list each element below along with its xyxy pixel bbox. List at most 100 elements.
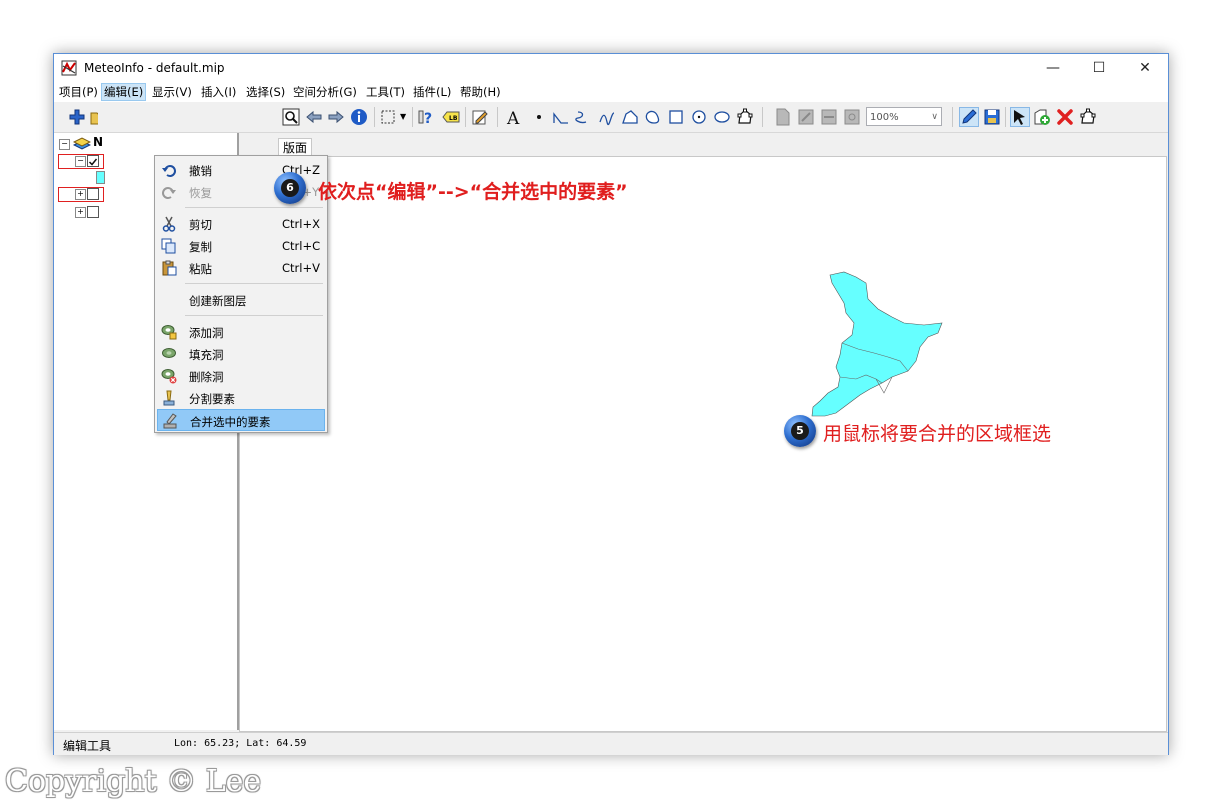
menu-edit[interactable]: 编辑(E) [101, 83, 147, 101]
menu-item-create-layer[interactable]: 创建新图层 [157, 289, 325, 311]
layer-visibility-checkbox[interactable] [87, 155, 99, 167]
menu-item-label: 复制 [189, 240, 212, 254]
tree-expand-toggle[interactable]: + [75, 207, 86, 218]
menu-item-paste[interactable]: 粘贴 Ctrl+V [157, 257, 325, 279]
svg-text:?: ? [424, 111, 432, 126]
back-icon[interactable] [305, 108, 323, 126]
menu-item-label: 恢复 [189, 186, 212, 200]
menu-item-cut[interactable]: 剪切 Ctrl+X [157, 213, 325, 235]
freehand-icon[interactable] [598, 108, 616, 126]
menu-select[interactable]: 选择(S) [244, 84, 287, 100]
copyright-watermark: Copyright © Lee [5, 764, 262, 799]
menu-item-merge-features[interactable]: 合并选中的要素 [157, 409, 325, 431]
select-rect-icon[interactable] [380, 108, 398, 126]
point-icon[interactable] [530, 108, 548, 126]
polygon-icon[interactable] [621, 108, 639, 126]
layer-root-label: N [93, 135, 104, 149]
label-icon[interactable]: LB [442, 108, 460, 126]
zoom-window-icon[interactable] [282, 108, 300, 126]
undo-icon [161, 162, 177, 178]
menu-spatial-analysis[interactable]: 空间分析(G) [291, 84, 359, 100]
chevron-down-icon[interactable]: ▼ [400, 112, 406, 121]
status-coordinates: Lon: 65.23; Lat: 64.59 [174, 738, 307, 749]
add-layer-icon[interactable] [68, 108, 86, 126]
page-icon[interactable] [774, 108, 792, 126]
step-5-badge: 5 [784, 415, 816, 447]
minimize-button[interactable]: — [1030, 54, 1076, 82]
save-edit-icon[interactable] [983, 108, 1001, 126]
menu-insert[interactable]: 插入(I) [199, 84, 238, 100]
redo-icon [161, 184, 177, 200]
text-icon[interactable]: A [506, 108, 524, 126]
page-fit-icon[interactable] [820, 108, 838, 126]
app-window: MeteoInfo - default.mip — ☐ ✕ 项目(P) 编辑(E… [53, 53, 1169, 755]
identify-icon[interactable] [350, 108, 368, 126]
page-setup-icon[interactable] [797, 108, 815, 126]
menu-view[interactable]: 显示(V) [150, 84, 194, 100]
close-button[interactable]: ✕ [1122, 54, 1168, 82]
menu-item-add-hole[interactable]: 添加洞 [157, 321, 325, 343]
menu-item-delete-hole[interactable]: 删除洞 [157, 365, 325, 387]
help-select-icon[interactable]: ? [418, 108, 436, 126]
menu-plugins[interactable]: 插件(L) [411, 84, 453, 100]
tree-expand-toggle[interactable]: + [75, 189, 86, 200]
select-feature-icon[interactable] [1010, 107, 1030, 127]
edit-map-icon[interactable] [471, 108, 489, 126]
toolbar: ▼ ? LB A 100% ∨ [54, 102, 1168, 133]
tree-collapse-toggle[interactable]: − [75, 156, 86, 167]
window-title: MeteoInfo - default.mip [84, 61, 225, 75]
maximize-button[interactable]: ☐ [1076, 54, 1122, 82]
step-6-instruction: 依次点“编辑”-->“合并选中的要素” [318, 181, 628, 203]
step-6-badge: 6 [274, 172, 306, 204]
menu-project[interactable]: 项目(P) [57, 84, 100, 100]
circle-icon[interactable] [690, 108, 708, 126]
svg-text:LB: LB [449, 115, 458, 122]
menu-item-label: 添加洞 [189, 326, 224, 340]
curve-icon[interactable] [575, 108, 593, 126]
edit-pen-icon[interactable] [959, 107, 979, 127]
meteoinfo-logo-icon [61, 60, 77, 76]
menu-item-shortcut: Ctrl+X [282, 217, 320, 231]
step-6-number: 6 [281, 179, 299, 197]
tree-collapse-toggle[interactable]: − [59, 139, 70, 150]
cut-icon [161, 216, 177, 232]
menu-item-fill-hole[interactable]: 填充洞 [157, 343, 325, 365]
menu-item-label: 创建新图层 [189, 294, 247, 308]
forward-icon[interactable] [327, 108, 345, 126]
delete-feature-icon[interactable] [1056, 108, 1074, 126]
polyline-icon[interactable] [552, 108, 570, 126]
svg-text:A: A [506, 109, 520, 126]
delete-hole-icon [161, 368, 177, 384]
chevron-down-icon: ∨ [931, 112, 938, 122]
edit-vertices-icon[interactable] [1079, 108, 1097, 126]
curve-polygon-icon[interactable] [644, 108, 662, 126]
menu-help[interactable]: 帮助(H) [458, 84, 503, 100]
menu-bar: 项目(P) 编辑(E) 显示(V) 插入(I) 选择(S) 空间分析(G) 工具… [54, 82, 1168, 102]
menu-item-copy[interactable]: 复制 Ctrl+C [157, 235, 325, 257]
zoom-value: 100% [870, 112, 899, 123]
menu-item-label: 粘贴 [189, 262, 212, 276]
add-feature-icon[interactable] [1033, 108, 1051, 126]
zoom-select[interactable]: 100% ∨ [866, 107, 942, 126]
add-hole-icon [161, 324, 177, 340]
status-tool: 编辑工具 [63, 739, 112, 753]
open-icon[interactable] [90, 108, 98, 126]
title-bar[interactable]: MeteoInfo - default.mip — ☐ ✕ [54, 54, 1168, 82]
split-feature-icon [161, 390, 177, 406]
status-bar: 编辑工具 Lon: 65.23; Lat: 64.59 [54, 732, 1168, 755]
rectangle-icon[interactable] [667, 108, 685, 126]
layer-visibility-checkbox[interactable] [87, 188, 99, 200]
ellipse-icon[interactable] [713, 108, 731, 126]
menu-tools[interactable]: 工具(T) [364, 84, 407, 100]
menu-item-split-feature[interactable]: 分割要素 [157, 387, 325, 409]
paste-icon [161, 260, 177, 276]
page-zoom-icon[interactable] [843, 108, 861, 126]
layers-icon [72, 136, 92, 153]
menu-item-label: 分割要素 [189, 392, 235, 406]
menu-item-label: 填充洞 [189, 348, 224, 362]
freehand-polygon-icon[interactable] [736, 108, 754, 126]
layer-visibility-checkbox[interactable] [87, 206, 99, 218]
copy-icon [161, 238, 177, 254]
step-5-number: 5 [791, 422, 809, 440]
menu-item-label: 删除洞 [189, 370, 224, 384]
